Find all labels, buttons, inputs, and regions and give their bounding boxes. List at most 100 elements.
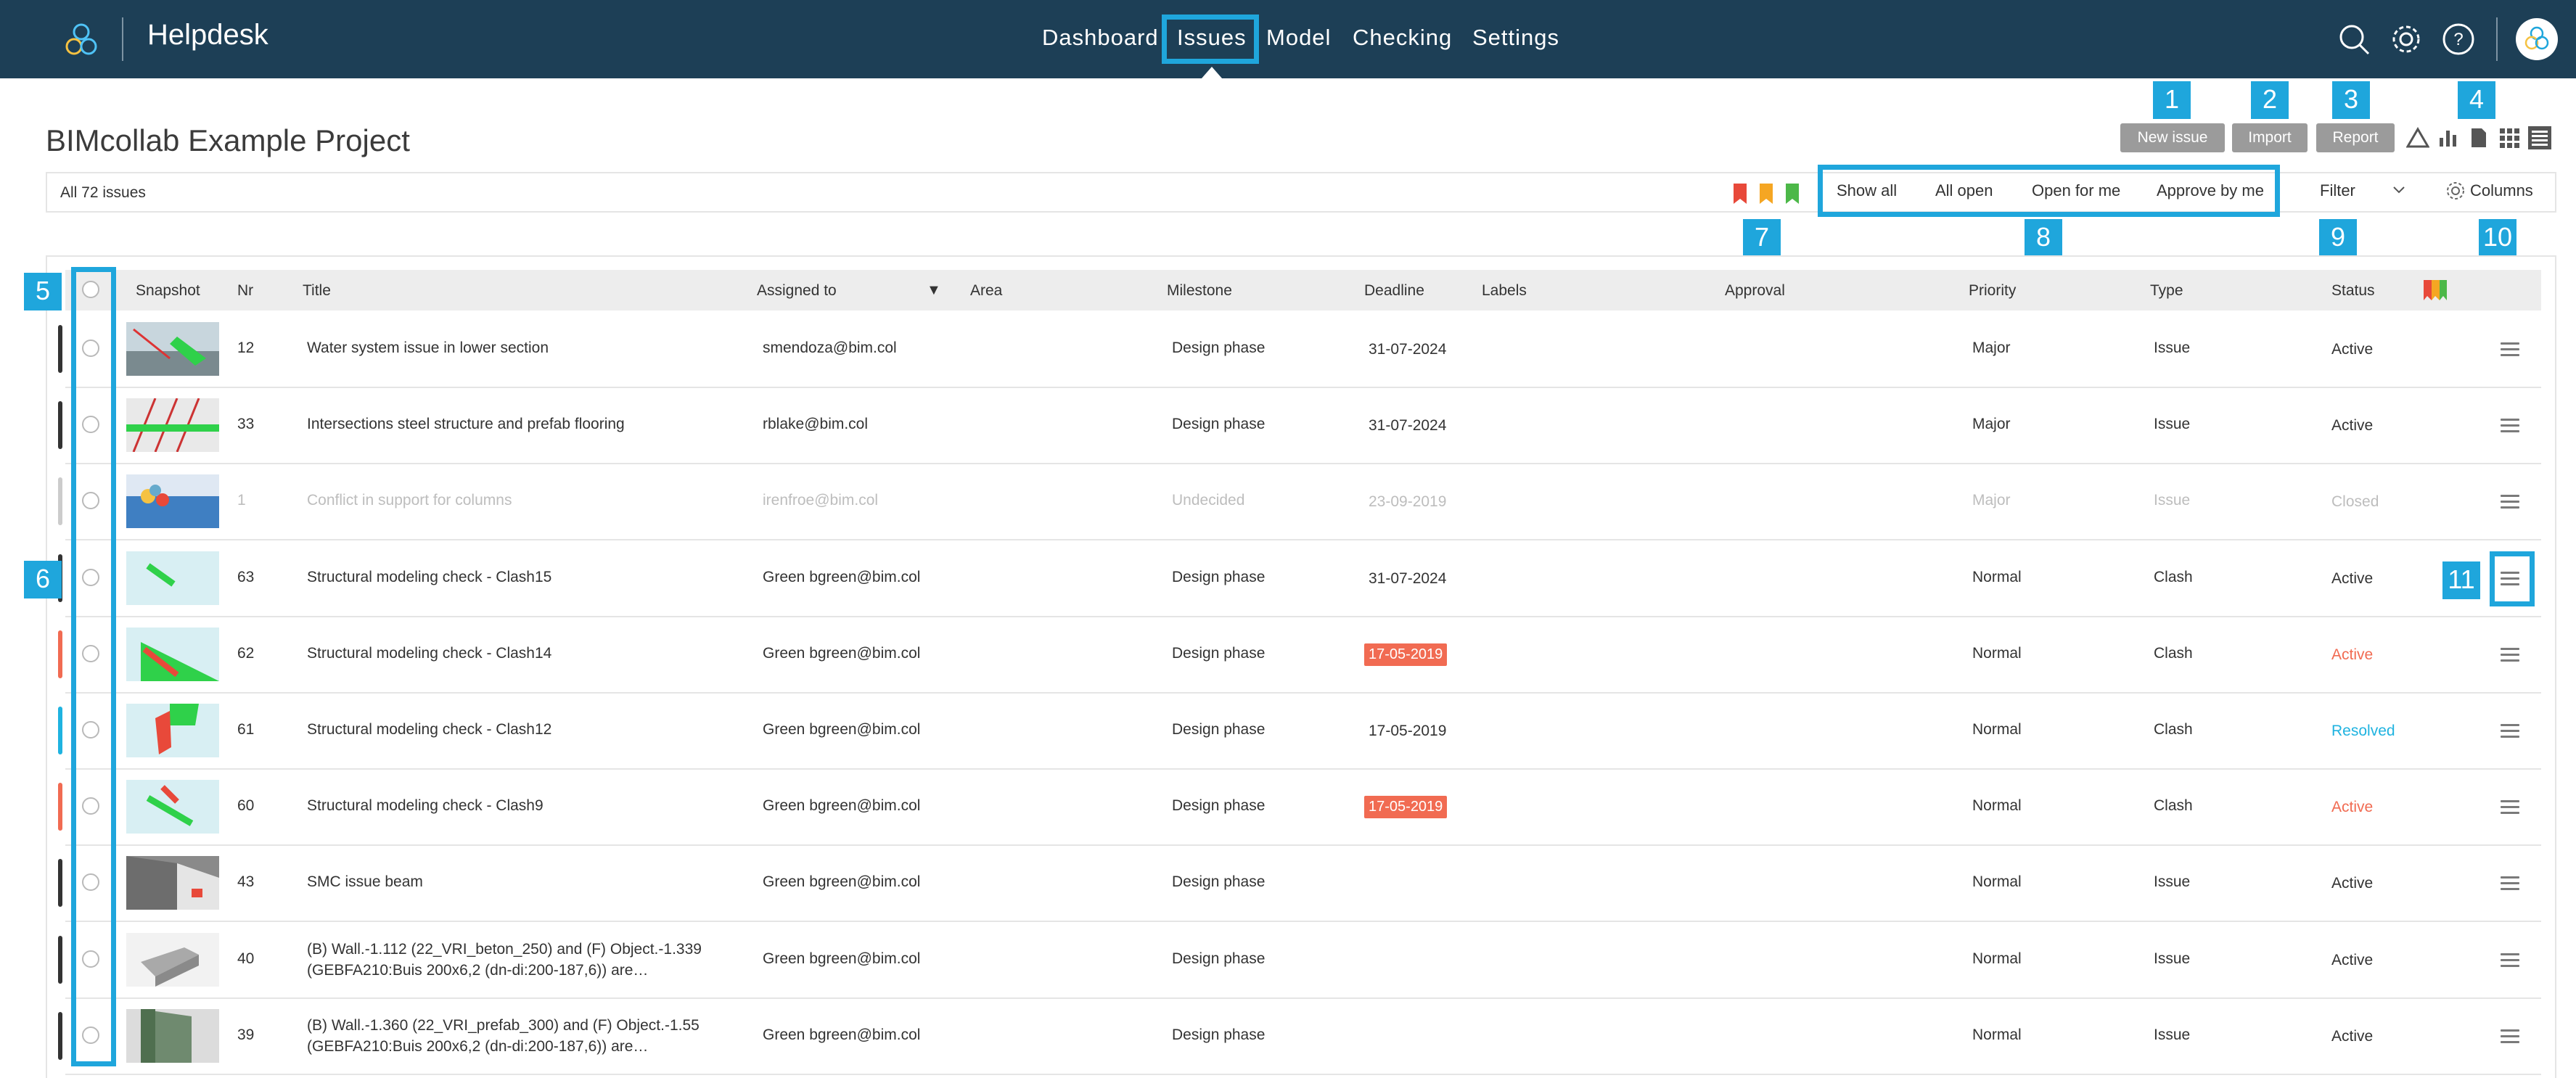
callout-1: 1: [2153, 81, 2191, 119]
report-button[interactable]: Report: [2316, 123, 2395, 152]
row-menu-icon[interactable]: [2501, 419, 2519, 433]
snapshot-thumbnail[interactable]: [126, 1008, 219, 1063]
row-priority: Normal: [1972, 1026, 2022, 1043]
filter-all-open[interactable]: All open: [1935, 181, 1993, 200]
table-row[interactable]: 62 Structural modeling check - Clash14 Gre…: [58, 617, 2541, 694]
col-nr[interactable]: Nr: [237, 282, 253, 300]
row-milestone: Design phase: [1172, 568, 1266, 585]
table-row[interactable]: 12 Water system issue in lower section sme…: [58, 312, 2541, 388]
row-status: Active: [2331, 341, 2374, 358]
table-row[interactable]: 1 Conflict in support for columns irenfroe…: [58, 464, 2541, 541]
row-menu-icon[interactable]: [2501, 876, 2519, 891]
snapshot-thumbnail[interactable]: [126, 932, 219, 987]
snapshot-thumbnail[interactable]: [126, 627, 219, 681]
row-menu-icon[interactable]: [2501, 1029, 2519, 1044]
col-type[interactable]: Type: [2150, 282, 2183, 300]
col-snapshot[interactable]: Snapshot: [136, 282, 200, 300]
row-assigned-to: Green bgreen@bim.col: [763, 568, 921, 585]
row-deadline: 23-09-2019: [1369, 493, 1447, 511]
col-labels[interactable]: Labels: [1482, 282, 1527, 300]
row-title: Water system issue in lower section: [307, 340, 549, 356]
status-color-bar: [58, 859, 62, 908]
row-menu-icon[interactable]: [2501, 495, 2519, 509]
table-row[interactable]: 33 Intersections steel structure and pref…: [58, 388, 2541, 465]
row-menu-icon[interactable]: [2501, 342, 2519, 357]
gear-icon[interactable]: [2389, 22, 2424, 57]
filter-show-all[interactable]: Show all: [1837, 181, 1897, 200]
avatar[interactable]: [2516, 18, 2558, 60]
row-nr: 63: [237, 568, 255, 585]
col-priority[interactable]: Priority: [1969, 282, 2016, 300]
row-assigned-to: Green bgreen@bim.col: [763, 873, 921, 891]
callout-9: 9: [2319, 219, 2357, 257]
snapshot-thumbnail[interactable]: [126, 551, 219, 605]
col-approval[interactable]: Approval: [1725, 282, 1785, 300]
table-row[interactable]: 61 Structural modeling check - Clash12 Gre…: [58, 694, 2541, 770]
red-flag-icon[interactable]: [1734, 184, 1747, 204]
snapshot-thumbnail[interactable]: [126, 704, 219, 757]
snapshot-thumbnail[interactable]: [126, 398, 219, 453]
bar-chart-icon[interactable]: [2437, 126, 2460, 149]
col-status[interactable]: Status: [2331, 282, 2375, 300]
row-priority: Normal: [1972, 644, 2022, 662]
nav-dashboard[interactable]: Dashboard: [1042, 25, 1159, 51]
row-status: Active: [2331, 1027, 2374, 1045]
orange-flag-icon[interactable]: [1760, 184, 1773, 204]
row-milestone: Design phase: [1172, 950, 1266, 967]
snapshot-thumbnail[interactable]: [126, 780, 219, 834]
row-type: Issue: [2154, 950, 2191, 967]
col-area[interactable]: Area: [970, 282, 1002, 300]
import-button[interactable]: Import: [2232, 123, 2308, 152]
flag-column-icon[interactable]: [2424, 280, 2447, 300]
col-deadline[interactable]: Deadline: [1364, 282, 1424, 300]
col-title[interactable]: Title: [303, 282, 331, 300]
nav-model[interactable]: Model: [1266, 25, 1331, 51]
row-menu-icon[interactable]: [2501, 952, 2519, 968]
gear-icon: [2447, 182, 2464, 199]
nav-settings[interactable]: Settings: [1472, 25, 1559, 51]
row-nr: 1: [237, 492, 246, 509]
table-row[interactable]: 40 (B) Wall.-1.112 (22_VRI_beton_250) and…: [58, 923, 2541, 999]
row-menu-icon[interactable]: [2501, 724, 2519, 738]
filter-dropdown[interactable]: Filter: [2320, 181, 2405, 200]
row-status: Closed: [2331, 493, 2379, 511]
nav-checking[interactable]: Checking: [1353, 25, 1452, 51]
list-icon[interactable]: [2528, 126, 2551, 149]
table-row[interactable]: 63 Structural modeling check - Clash15 Gre…: [58, 541, 2541, 617]
document-icon[interactable]: [2467, 126, 2490, 149]
row-type: Issue: [2154, 416, 2191, 433]
sort-desc-icon[interactable]: ▼: [927, 282, 941, 299]
snapshot-thumbnail[interactable]: [126, 322, 219, 376]
row-title: (B) Wall.-1.360 (22_VRI_prefab_300) and …: [307, 1016, 700, 1055]
snapshot-thumbnail[interactable]: [126, 856, 219, 910]
row-milestone: Design phase: [1172, 644, 1266, 662]
row-menu-icon[interactable]: [2501, 800, 2519, 815]
row-milestone: Design phase: [1172, 797, 1266, 815]
table-row[interactable]: 39 (B) Wall.-1.360 (22_VRI_prefab_300) an…: [58, 999, 2541, 1075]
view-switcher: [2403, 123, 2556, 152]
triangle-icon[interactable]: [2406, 126, 2429, 149]
col-assigned-to[interactable]: Assigned to: [757, 282, 837, 300]
filter-approve-by-me[interactable]: Approve by me: [2157, 181, 2264, 200]
new-issue-button[interactable]: New issue: [2120, 123, 2225, 152]
table-row[interactable]: 60 Structural modeling check - Clash9 Gree…: [58, 770, 2541, 847]
table-row[interactable]: 43 SMC issue beam Green bgreen@bim.col Desi…: [58, 846, 2541, 923]
row-status: Active: [2331, 569, 2374, 587]
logo-divider: [122, 17, 123, 61]
row-menu-icon[interactable]: [2501, 647, 2519, 662]
callout-10: 10: [2479, 219, 2516, 257]
row-milestone: Undecided: [1172, 492, 1245, 509]
bimcollab-logo-icon[interactable]: [61, 20, 102, 61]
row-type: Issue: [2154, 1026, 2191, 1043]
help-icon[interactable]: ?: [2441, 22, 2476, 57]
row-title: Structural modeling check - Clash12: [307, 721, 552, 738]
snapshot-thumbnail[interactable]: [126, 474, 219, 529]
grid-icon[interactable]: [2498, 126, 2521, 149]
filter-open-for-me[interactable]: Open for me: [2032, 181, 2120, 200]
green-flag-icon[interactable]: [1786, 184, 1799, 204]
col-milestone[interactable]: Milestone: [1167, 282, 1232, 300]
row-assigned-to: Green bgreen@bim.col: [763, 797, 921, 815]
row-type: Clash: [2154, 644, 2193, 662]
search-icon[interactable]: [2337, 22, 2371, 57]
row-select-highlight: [71, 267, 116, 1066]
